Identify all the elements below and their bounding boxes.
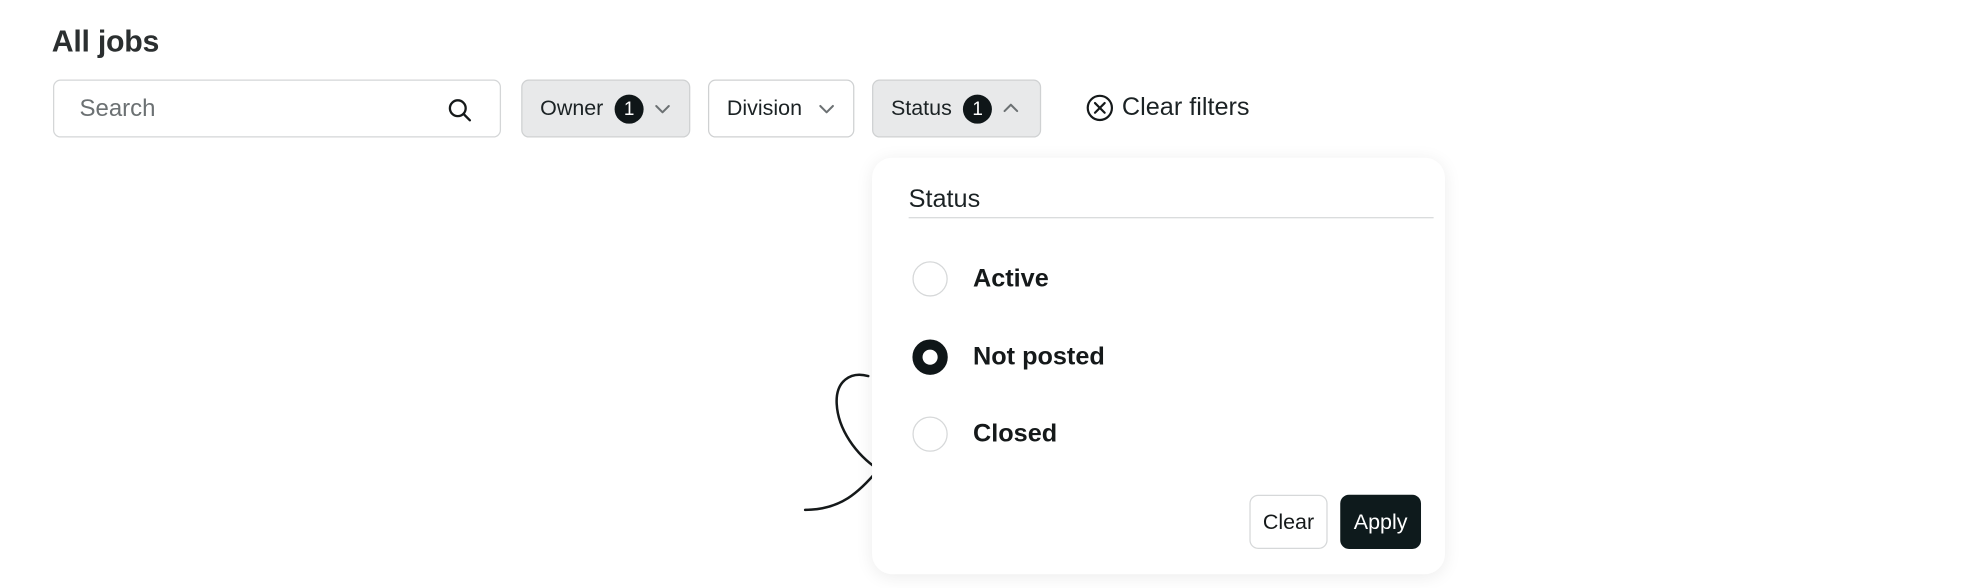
- status-option-label: Not posted: [973, 342, 1105, 371]
- status-filter-dropdown: Status Active Not posted Closed Clear Ap…: [872, 157, 1445, 575]
- status-filter-button[interactable]: Status 1: [872, 79, 1042, 138]
- status-option-closed[interactable]: Closed: [912, 416, 1058, 452]
- owner-filter-label: Owner: [540, 95, 604, 120]
- status-option-active[interactable]: Active: [912, 261, 1049, 297]
- search-input[interactable]: [76, 80, 436, 139]
- division-filter-label: Division: [726, 95, 803, 120]
- status-option-not-posted[interactable]: Not posted: [912, 339, 1105, 375]
- search-icon[interactable]: [447, 97, 472, 122]
- status-radio-not-posted[interactable]: [912, 339, 948, 375]
- chevron-up-icon: [1003, 103, 1019, 113]
- status-filter-count-badge: 1: [963, 94, 993, 124]
- close-circle-icon: [1086, 94, 1114, 122]
- division-filter-button[interactable]: Division: [707, 79, 855, 138]
- owner-filter-count-badge: 1: [614, 94, 644, 124]
- page-title: All jobs: [51, 25, 160, 60]
- status-filter-label: Status: [890, 95, 952, 120]
- chevron-down-icon: [818, 104, 834, 114]
- clear-filters-label: Clear filters: [1121, 93, 1250, 122]
- page-root: All jobs Owner 1 Division Status 1: [0, 0, 1978, 588]
- status-panel-title: Status: [908, 185, 981, 214]
- status-panel-divider: [908, 217, 1434, 219]
- status-apply-button[interactable]: Apply: [1340, 494, 1422, 549]
- status-clear-button[interactable]: Clear: [1249, 494, 1328, 549]
- owner-filter-button[interactable]: Owner 1: [521, 79, 691, 138]
- status-radio-closed[interactable]: [912, 416, 948, 452]
- chevron-down-icon: [655, 105, 670, 114]
- status-option-label: Active: [973, 264, 1049, 293]
- search-box[interactable]: [53, 79, 502, 139]
- status-option-label: Closed: [973, 419, 1058, 448]
- clear-filters-button[interactable]: Clear filters: [1085, 93, 1250, 122]
- status-radio-active[interactable]: [912, 261, 948, 297]
